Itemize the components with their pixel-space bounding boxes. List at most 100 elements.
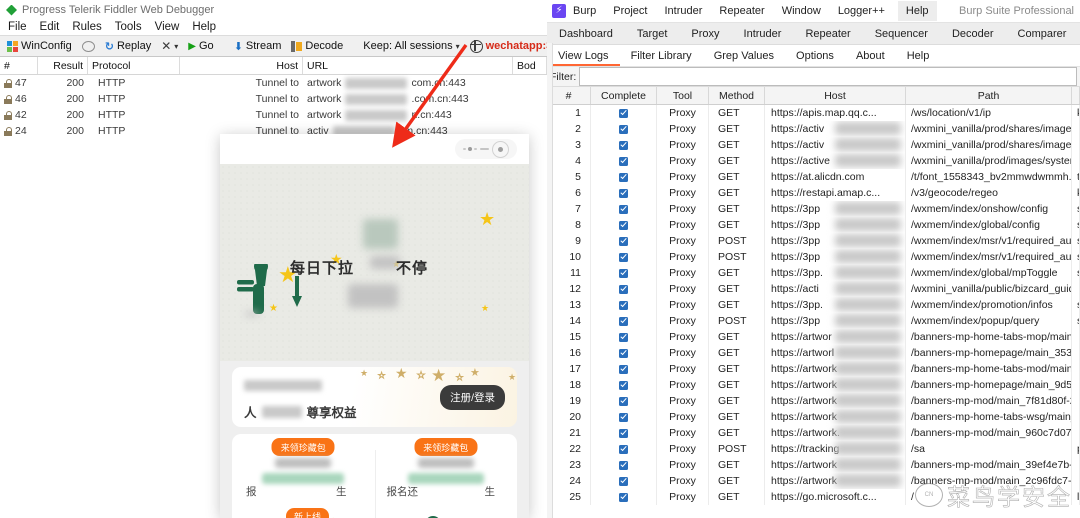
vip-card[interactable]: ★ ★ ★ ★ ★ ★ ★ ★ 人 尊享权益 注册 (232, 367, 517, 427)
checkbox-checked-icon[interactable] (619, 301, 628, 310)
checkbox-checked-icon[interactable] (619, 461, 628, 470)
checkbox-checked-icon[interactable] (619, 381, 628, 390)
checkbox-checked-icon[interactable] (619, 477, 628, 486)
fiddler-menubar[interactable]: File Edit Rules Tools View Help (0, 18, 547, 35)
table-row[interactable]: 15ProxyGEThttps://artwor/banners-mp-home… (547, 329, 1080, 345)
col-header-query[interactable] (1072, 87, 1080, 104)
complete-checkbox[interactable] (591, 361, 657, 377)
burp-subtab-viewlogs[interactable]: View Logs (547, 45, 620, 66)
menu-view[interactable]: View (155, 21, 180, 33)
col-header-complete[interactable]: Complete (591, 87, 657, 104)
checkbox-checked-icon[interactable] (619, 333, 628, 342)
table-row[interactable]: 5ProxyGEThttps://at.alicdn.com/t/font_15… (547, 169, 1080, 185)
complete-checkbox[interactable] (591, 393, 657, 409)
burp-menu-loggerpp[interactable]: Logger++ (838, 5, 885, 17)
checkbox-checked-icon[interactable] (619, 285, 628, 294)
complete-checkbox[interactable] (591, 313, 657, 329)
menu-tools[interactable]: Tools (115, 21, 142, 33)
col-header-host[interactable]: Host (765, 87, 906, 104)
burp-tab-repeater[interactable]: Repeater (793, 23, 862, 44)
decode-button[interactable]: Decode (288, 37, 346, 55)
col-header-method[interactable]: Method (709, 87, 765, 104)
complete-checkbox[interactable] (591, 329, 657, 345)
burp-tab-intruder[interactable]: Intruder (732, 23, 794, 44)
checkbox-checked-icon[interactable] (619, 109, 628, 118)
table-row[interactable]: 2ProxyGEThttps://activ/wxmini_vanilla/pr… (547, 121, 1080, 137)
complete-checkbox[interactable] (591, 137, 657, 153)
col-header-path[interactable]: Path (906, 87, 1072, 104)
wechat-miniprogram-window[interactable]: ★ ★ ★ ★ ★ ★ (220, 134, 529, 518)
checkbox-checked-icon[interactable] (619, 269, 628, 278)
complete-checkbox[interactable] (591, 217, 657, 233)
burp-menu-burp[interactable]: Burp (573, 5, 596, 17)
checkbox-checked-icon[interactable] (619, 157, 628, 166)
checkbox-checked-icon[interactable] (619, 253, 628, 262)
complete-checkbox[interactable] (591, 377, 657, 393)
checkbox-checked-icon[interactable] (619, 493, 628, 502)
burp-logger-table[interactable]: 1ProxyGEThttps://apis.map.qq.c.../ws/loc… (547, 105, 1080, 505)
burp-tab-dashboard[interactable]: Dashboard (547, 23, 625, 44)
burp-tab-comparer[interactable]: Comparer (1006, 23, 1079, 44)
burp-menubar[interactable]: Burp Project Intruder Repeater Window Lo… (573, 1, 933, 21)
table-row[interactable]: 4ProxyGEThttps://active/wxmini_vanilla/p… (547, 153, 1080, 169)
complete-checkbox[interactable] (591, 169, 657, 185)
column-header-host[interactable]: Host (180, 57, 303, 74)
burp-subtab-options[interactable]: Options (785, 45, 845, 66)
table-row[interactable]: 23ProxyGEThttps://artwork/banners-mp-mod… (547, 457, 1080, 473)
table-row[interactable]: 1ProxyGEThttps://apis.map.qq.c.../ws/loc… (547, 105, 1080, 121)
table-row[interactable]: 13ProxyGEThttps://3pp./wxmem/index/promo… (547, 297, 1080, 313)
table-row[interactable]: 21ProxyGEThttps://artwork./banners-mp-mo… (547, 425, 1080, 441)
col-header-num[interactable]: # (547, 87, 591, 104)
checkbox-checked-icon[interactable] (619, 317, 628, 326)
complete-checkbox[interactable] (591, 425, 657, 441)
checkbox-checked-icon[interactable] (619, 413, 628, 422)
complete-checkbox[interactable] (591, 201, 657, 217)
complete-checkbox[interactable] (591, 153, 657, 169)
checkbox-checked-icon[interactable] (619, 189, 628, 198)
table-row[interactable]: 6ProxyGEThttps://restapi.amap.c.../v3/ge… (547, 185, 1080, 201)
complete-checkbox[interactable] (591, 441, 657, 457)
column-header-url[interactable]: URL (303, 57, 513, 74)
fiddler-toolbar[interactable]: WinConfig ↻ Replay ✕ ▾ ▶ Go ⬇ Stream (0, 35, 547, 57)
table-row[interactable]: 19ProxyGEThttps://artwork/banners-mp-mod… (547, 393, 1080, 409)
checkbox-checked-icon[interactable] (619, 445, 628, 454)
burp-table-header[interactable]: # Complete Tool Method Host Path (547, 87, 1080, 105)
complete-checkbox[interactable] (591, 105, 657, 121)
complete-checkbox[interactable] (591, 345, 657, 361)
table-row[interactable]: 14ProxyPOSThttps://3pp/wxmem/index/popup… (547, 313, 1080, 329)
more-menu-icon[interactable] (463, 147, 477, 151)
checkbox-checked-icon[interactable] (619, 173, 628, 182)
winconfig-button[interactable]: WinConfig (4, 37, 75, 55)
complete-checkbox[interactable] (591, 121, 657, 137)
burp-tab-decoder[interactable]: Decoder (940, 23, 1006, 44)
burp-tab-sequencer[interactable]: Sequencer (863, 23, 940, 44)
checkbox-checked-icon[interactable] (619, 141, 628, 150)
table-row[interactable]: 7ProxyGEThttps://3pp/wxmem/index/onshow/… (547, 201, 1080, 217)
burp-tab-target[interactable]: Target (625, 23, 680, 44)
col-header-tool[interactable]: Tool (657, 87, 709, 104)
complete-checkbox[interactable] (591, 457, 657, 473)
burp-menu-help[interactable]: Help (898, 1, 937, 21)
column-header-body[interactable]: Bod (513, 57, 547, 74)
table-row[interactable]: 8ProxyGEThttps://3pp/wxmem/index/global/… (547, 217, 1080, 233)
checkbox-checked-icon[interactable] (619, 365, 628, 374)
checkbox-checked-icon[interactable] (619, 237, 628, 246)
checkbox-checked-icon[interactable] (619, 397, 628, 406)
minimize-icon[interactable] (480, 148, 489, 150)
complete-checkbox[interactable] (591, 185, 657, 201)
column-header-result[interactable]: Result (38, 57, 88, 74)
promo-cell-2[interactable]: 来领珍藏包 报名还 生 (375, 434, 518, 518)
checkbox-checked-icon[interactable] (619, 349, 628, 358)
fiddler-session-row[interactable]: 42200HTTPTunnel toartworkn.cn:443 (0, 107, 547, 123)
table-row[interactable]: 22ProxyPOSThttps://tracking/saproj (547, 441, 1080, 457)
burp-tab-proxy[interactable]: Proxy (679, 23, 731, 44)
promo-cell-1[interactable]: 来领珍藏包 报 生 新上线 ✦ (232, 434, 375, 518)
burp-menu-window[interactable]: Window (782, 5, 821, 17)
burp-main-tabs[interactable]: DashboardTargetProxyIntruderRepeaterSequ… (547, 23, 1080, 45)
burp-subtab-grepvalues[interactable]: Grep Values (703, 45, 785, 66)
table-row[interactable]: 9ProxyPOSThttps://3pp/wxmem/index/msr/v1… (547, 233, 1080, 249)
stream-button[interactable]: ⬇ Stream (231, 37, 285, 55)
complete-checkbox[interactable] (591, 233, 657, 249)
wechat-capsule-button[interactable] (455, 139, 517, 159)
register-login-button[interactable]: 注册/登录 (440, 385, 505, 410)
